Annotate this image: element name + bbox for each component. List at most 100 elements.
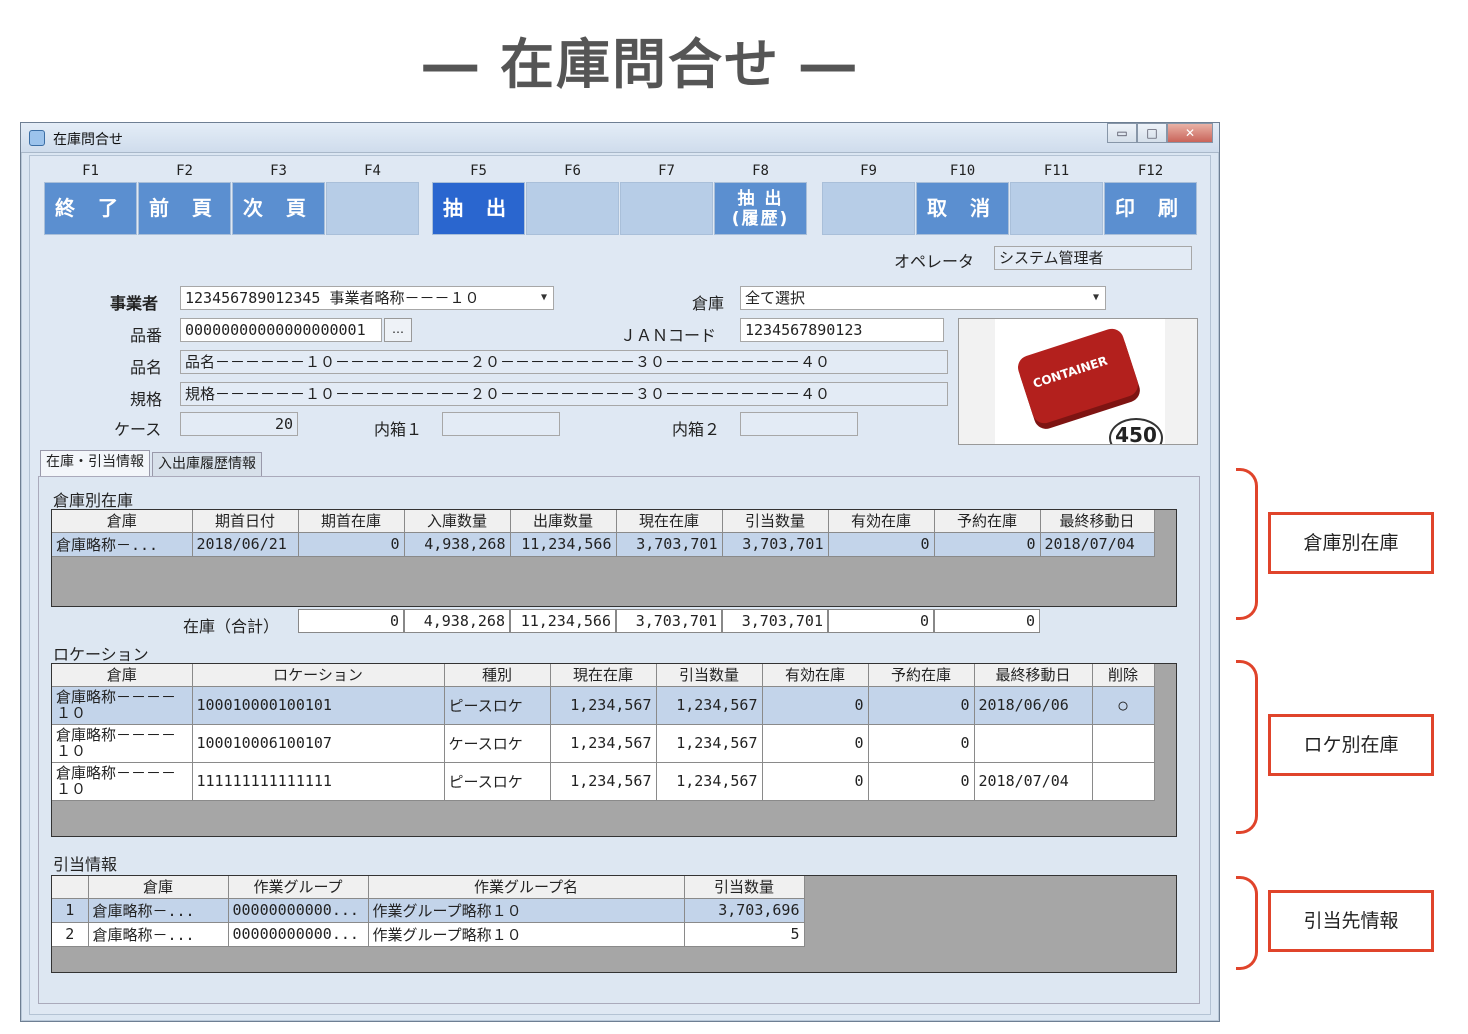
table-cell: ケースロケ — [444, 724, 551, 763]
column-header[interactable]: 最終移動日 — [1040, 510, 1155, 533]
column-header[interactable]: 入庫数量 — [404, 510, 511, 533]
function-key-bar: F1 終 了 F2 前 頁 F3 次 頁 F4 F5 抽 出 F6 F7 F8 抽 出 (履歴) F9 F1… — [44, 160, 1204, 236]
item-no-input[interactable]: 00000000000000000001 — [180, 318, 382, 342]
table-cell: 2 — [52, 922, 89, 947]
product-image: CONTAINER 450 — [958, 318, 1198, 445]
fkey-f6: F6 — [526, 160, 619, 236]
column-header[interactable]: 現在在庫 — [616, 510, 723, 533]
fkey-button-f9 — [822, 182, 915, 235]
table-cell: 1,234,567 — [656, 762, 763, 801]
tab-stock-allocation[interactable]: 在庫・引当情報 — [40, 450, 150, 476]
column-header[interactable]: 作業グループ名 — [368, 876, 685, 899]
table-cell: 2018/06/21 — [192, 532, 299, 557]
inner1-label: 内箱１ — [374, 420, 423, 439]
warehouse-stock-title: 倉庫別在庫 — [53, 491, 134, 510]
tab-strip: 在庫・引当情報 入出庫履歴情報 — [40, 450, 264, 476]
fkey-button-f10[interactable]: 取 消 — [916, 182, 1009, 235]
table-row[interactable]: 倉庫略称－－－－１０ 111111111111111 ピースロケ 1,234,567 1… — [52, 762, 1155, 801]
fkey-button-f8[interactable]: 抽 出 (履歴) — [714, 182, 807, 235]
table-cell: 1,234,567 — [550, 724, 657, 763]
column-header[interactable]: 種別 — [444, 664, 551, 687]
column-header[interactable]: 引当数量 — [722, 510, 829, 533]
column-header[interactable]: 引当数量 — [684, 876, 805, 899]
total-label: 在庫（合計） — [183, 617, 280, 636]
fkey-f4: F4 — [326, 160, 419, 236]
fkey-button-f1[interactable]: 終 了 — [44, 182, 137, 235]
close-button[interactable]: ✕ — [1167, 123, 1213, 143]
business-select[interactable]: 123456789012345 事業者略称－－－１０ ▼ — [180, 286, 554, 310]
client-area: F1 終 了 F2 前 頁 F3 次 頁 F4 F5 抽 出 F6 F7 F8 抽 出 (履歴) F9 F1… — [29, 155, 1211, 1015]
table-cell: 倉庫略称－... — [88, 922, 229, 947]
maximize-button[interactable]: □ — [1137, 123, 1167, 143]
column-header[interactable]: 倉庫 — [88, 876, 229, 899]
warehouse-stock-grid: 倉庫 期首日付 期首在庫 入庫数量 出庫数量 現在在庫 引当数量 有効在庫 予約在庫 最終移動日倉… — [51, 509, 1177, 607]
table-cell: 倉庫略称－... — [88, 898, 229, 923]
tab-io-history[interactable]: 入出庫履歴情報 — [152, 452, 262, 476]
column-header[interactable]: 倉庫 — [52, 510, 193, 533]
column-header[interactable]: 期首日付 — [192, 510, 299, 533]
header-row: 倉庫 作業グループ 作業グループ名 引当数量 — [52, 876, 805, 899]
operator-field: システム管理者 — [994, 246, 1192, 270]
table-row[interactable]: 倉庫略称－... 2018/06/21 0 4,938,268 11,234,566 3,… — [52, 532, 1155, 557]
jan-input[interactable]: 1234567890123 — [740, 318, 944, 342]
minimize-button[interactable]: ▭ — [1107, 123, 1137, 143]
annotation-allocation-info: 引当先情報 — [1268, 890, 1434, 952]
chevron-down-icon[interactable]: ▼ — [1089, 290, 1103, 306]
fkey-button-f5[interactable]: 抽 出 — [432, 182, 525, 235]
container-text: CONTAINER — [1031, 353, 1110, 391]
page-title: ― 在庫問合せ ― — [423, 33, 857, 96]
window-title: 在庫問合せ — [53, 132, 123, 148]
header-row: 倉庫 期首日付 期首在庫 入庫数量 出庫数量 現在在庫 引当数量 有効在庫 予約在庫 最終移動日 — [52, 510, 1155, 533]
column-header[interactable]: ロケーション — [192, 664, 445, 687]
business-label: 事業者 — [110, 294, 159, 313]
table-cell — [974, 724, 1093, 763]
column-header[interactable]: 有効在庫 — [762, 664, 869, 687]
column-header[interactable]: 引当数量 — [656, 664, 763, 687]
table-cell — [1092, 724, 1155, 763]
total-cell: 4,938,268 — [404, 609, 510, 633]
fkey-button-f12[interactable]: 印 刷 — [1104, 182, 1197, 235]
table-cell: 0 — [762, 686, 869, 725]
inner2-field — [740, 412, 858, 436]
table-row[interactable]: 2 倉庫略称－... 00000000000... 作業グループ略称１０ 5 — [52, 922, 805, 947]
column-header[interactable]: 予約在庫 — [868, 664, 975, 687]
fkey-button-f2[interactable]: 前 頁 — [138, 182, 231, 235]
warehouse-select[interactable]: 全て選択 ▼ — [740, 286, 1106, 310]
item-search-button[interactable]: … — [384, 318, 412, 342]
fkey-f10: F10 取 消 — [916, 160, 1009, 236]
total-cell: 0 — [934, 609, 1040, 633]
column-header[interactable]: 有効在庫 — [828, 510, 935, 533]
total-cell: 0 — [828, 609, 934, 633]
table-cell: 倉庫略称－... — [52, 532, 193, 557]
case-field: 20 — [180, 412, 298, 436]
fkey-label: F9 — [860, 163, 877, 179]
allocation-title: 引当情報 — [53, 855, 118, 874]
column-header[interactable]: 現在在庫 — [550, 664, 657, 687]
column-header[interactable]: 作業グループ — [228, 876, 369, 899]
table-cell: 0 — [868, 686, 975, 725]
fkey-label: F5 — [470, 163, 487, 179]
total-cell: 0 — [298, 609, 404, 633]
app-window: 在庫問合せ ▭ □ ✕ F1 終 了 F2 前 頁 F3 次 頁 F4 F5 抽 出 F6 F7 F8… — [20, 122, 1220, 1022]
column-header[interactable]: 削除 — [1092, 664, 1155, 687]
fkey-f7: F7 — [620, 160, 713, 236]
fkey-button-f3[interactable]: 次 頁 — [232, 182, 325, 235]
inner2-label: 内箱２ — [672, 420, 721, 439]
column-header[interactable]: 最終移動日 — [974, 664, 1093, 687]
table-row[interactable]: 倉庫略称－－－－１０ 100010000100101 ピースロケ 1,234,567 1… — [52, 686, 1155, 725]
table-cell: 100010006100107 — [192, 724, 445, 763]
table-row[interactable]: 1 倉庫略称－... 00000000000... 作業グループ略称１０ 3,703,6… — [52, 898, 805, 923]
column-header[interactable]: 出庫数量 — [510, 510, 617, 533]
fkey-label: F6 — [564, 163, 581, 179]
column-header[interactable]: 期首在庫 — [298, 510, 405, 533]
table-row[interactable]: 倉庫略称－－－－１０ 100010006100107 ケースロケ 1,234,567 1… — [52, 724, 1155, 763]
fkey-button-f7 — [620, 182, 713, 235]
container-picture: CONTAINER — [1014, 325, 1142, 427]
table-cell: ピースロケ — [444, 762, 551, 801]
table-cell: 1 — [52, 898, 89, 923]
fkey-f5: F5 抽 出 — [432, 160, 525, 236]
column-header[interactable] — [52, 876, 89, 899]
chevron-down-icon[interactable]: ▼ — [537, 290, 551, 306]
column-header[interactable]: 予約在庫 — [934, 510, 1041, 533]
column-header[interactable]: 倉庫 — [52, 664, 193, 687]
